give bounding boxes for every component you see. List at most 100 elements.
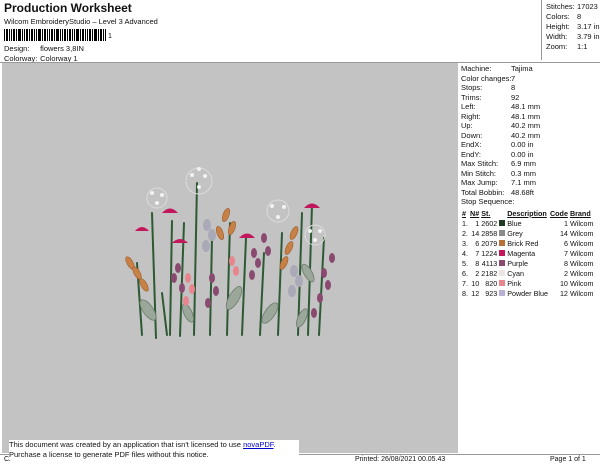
table-row: 2. 14 2858 Grey 14 Wilcom xyxy=(461,228,595,238)
stop-num: 4. xyxy=(462,248,468,258)
stop-num: 6. xyxy=(462,268,468,278)
barcode-image xyxy=(4,29,106,41)
color-swatch xyxy=(499,260,506,266)
barcode-suffix: 1 xyxy=(108,33,112,40)
summary-value: 8 xyxy=(577,12,582,21)
table-row: 4. 7 1224 Magenta 7 Wilcom xyxy=(461,248,595,258)
max-jump-row: Max Jump: 7.1 mm xyxy=(461,178,536,187)
stop-num: 8. xyxy=(462,288,468,298)
thread-brand: Wilcom xyxy=(569,288,594,298)
info-label: Left: xyxy=(461,102,476,111)
color-swatch-cell xyxy=(498,218,506,228)
total-bobbin-row: Total Bobbin: 48.68ft xyxy=(461,188,534,197)
info-label: Max Jump: xyxy=(461,178,498,187)
col-header: Code xyxy=(549,208,568,218)
color-code: 2 xyxy=(563,268,568,278)
summary-colors: Colors: 8 xyxy=(546,12,581,21)
table-row: 5. 8 4113 Purple 8 Wilcom xyxy=(461,258,595,268)
color-code: 7 xyxy=(563,248,568,258)
notice-line-2: Purchase a license to generate PDF files… xyxy=(9,450,209,459)
color-swatch xyxy=(499,290,506,296)
design-preview xyxy=(2,63,458,453)
info-value: 6.9 mm xyxy=(511,159,537,168)
page-number: Page 1 of 1 xyxy=(550,456,586,463)
color-code: 10 xyxy=(559,278,568,288)
color-swatch-cell xyxy=(498,258,506,268)
stop-num: 1. xyxy=(462,218,468,228)
color-description: Blue xyxy=(507,218,522,228)
thread-brand: Wilcom xyxy=(569,228,594,238)
color-swatch-cell xyxy=(498,238,506,248)
needle-num: 6 xyxy=(475,238,480,248)
color-changes-row: Color changes:7 xyxy=(461,74,515,83)
stops-row: Stops: 8 xyxy=(461,83,515,92)
summary-zoom: Zoom: 1:1 xyxy=(546,42,587,51)
info-label: Machine: xyxy=(461,64,492,73)
stop-sequence-table: # N# St. Description Code Brand 1. 1 2602 B… xyxy=(461,208,595,298)
needle-num: 10 xyxy=(471,278,480,288)
color-code: 8 xyxy=(563,258,568,268)
info-label: Total Bobbin: xyxy=(461,187,505,197)
color-swatch-cell xyxy=(498,268,506,278)
novapdf-link[interactable]: novaPDF xyxy=(243,440,273,449)
stop-num: 3. xyxy=(462,238,468,248)
color-swatch xyxy=(499,220,506,226)
color-description: Pink xyxy=(507,278,522,288)
stitch-count: 2858 xyxy=(481,228,498,238)
color-description: Powder Blue xyxy=(507,288,548,298)
machine-row: Machine: Tajima xyxy=(461,64,533,73)
info-label: Max Stitch: xyxy=(461,159,499,168)
summary-value: 17023 xyxy=(577,2,598,11)
table-header-row: # N# St. Description Code Brand xyxy=(461,208,595,218)
right-row: Right: 48.1 mm xyxy=(461,112,540,121)
stitch-count: 923 xyxy=(485,288,498,298)
color-swatch-cell xyxy=(498,278,506,288)
stitch-count: 2182 xyxy=(481,268,498,278)
info-label: Trims: xyxy=(461,92,482,102)
info-label: Right: xyxy=(461,111,481,121)
summary-stitches: Stitches: 17023 xyxy=(546,2,598,11)
thread-brand: Wilcom xyxy=(569,218,594,228)
summary-label: Stitches: xyxy=(546,2,575,11)
col-header: Description xyxy=(507,208,547,218)
needle-num: 2 xyxy=(475,268,480,278)
printed-date: Printed: 26/08/2021 00.05.43 xyxy=(355,456,446,463)
thread-brand: Wilcom xyxy=(569,248,594,258)
info-value: Tajima xyxy=(511,64,533,73)
endx-row: EndX: 0.00 in xyxy=(461,140,534,149)
notice-text-end: . xyxy=(273,440,276,449)
stitch-count: 2602 xyxy=(481,218,498,228)
notice-line-1: This document was created by an applicat… xyxy=(9,440,299,450)
stitch-count: 820 xyxy=(485,278,498,288)
col-header: # xyxy=(462,208,466,218)
summary-label: Zoom: xyxy=(546,42,568,51)
color-swatch xyxy=(499,250,506,256)
info-value: 7.1 mm xyxy=(511,178,537,187)
info-value: 48.68ft xyxy=(511,187,534,197)
summary-label: Height: xyxy=(546,22,570,31)
design-label: Design: xyxy=(4,44,30,53)
info-value: 8 xyxy=(511,83,516,92)
color-swatch xyxy=(499,230,506,236)
needle-num: 1 xyxy=(475,218,480,228)
color-code: 12 xyxy=(559,288,568,298)
table-row: 1. 1 2602 Blue 1 Wilcom xyxy=(461,218,595,228)
color-description: Magenta xyxy=(507,248,536,258)
color-swatch xyxy=(499,240,506,246)
info-value: 40.2 mm xyxy=(511,130,541,140)
color-swatch-cell xyxy=(498,248,506,258)
color-description: Cyan xyxy=(507,268,524,278)
color-code: 14 xyxy=(559,228,568,238)
stop-num: 2. xyxy=(462,228,468,238)
info-value: 48.1 mm xyxy=(511,102,541,111)
endy-row: EndY: 0.00 in xyxy=(461,150,534,159)
needle-num: 14 xyxy=(471,228,480,238)
info-value: 48.1 mm xyxy=(511,111,541,121)
col-header: N# xyxy=(470,208,480,218)
min-stitch-row: Min Stitch: 0.3 mm xyxy=(461,169,536,178)
stitch-count: 4113 xyxy=(481,258,498,268)
summary-width: Width: 3.79 in xyxy=(546,32,600,41)
stop-sequence-title: Stop Sequence: xyxy=(461,197,515,206)
stitch-count: 2079 xyxy=(481,238,498,248)
info-value: 7 xyxy=(511,73,516,83)
